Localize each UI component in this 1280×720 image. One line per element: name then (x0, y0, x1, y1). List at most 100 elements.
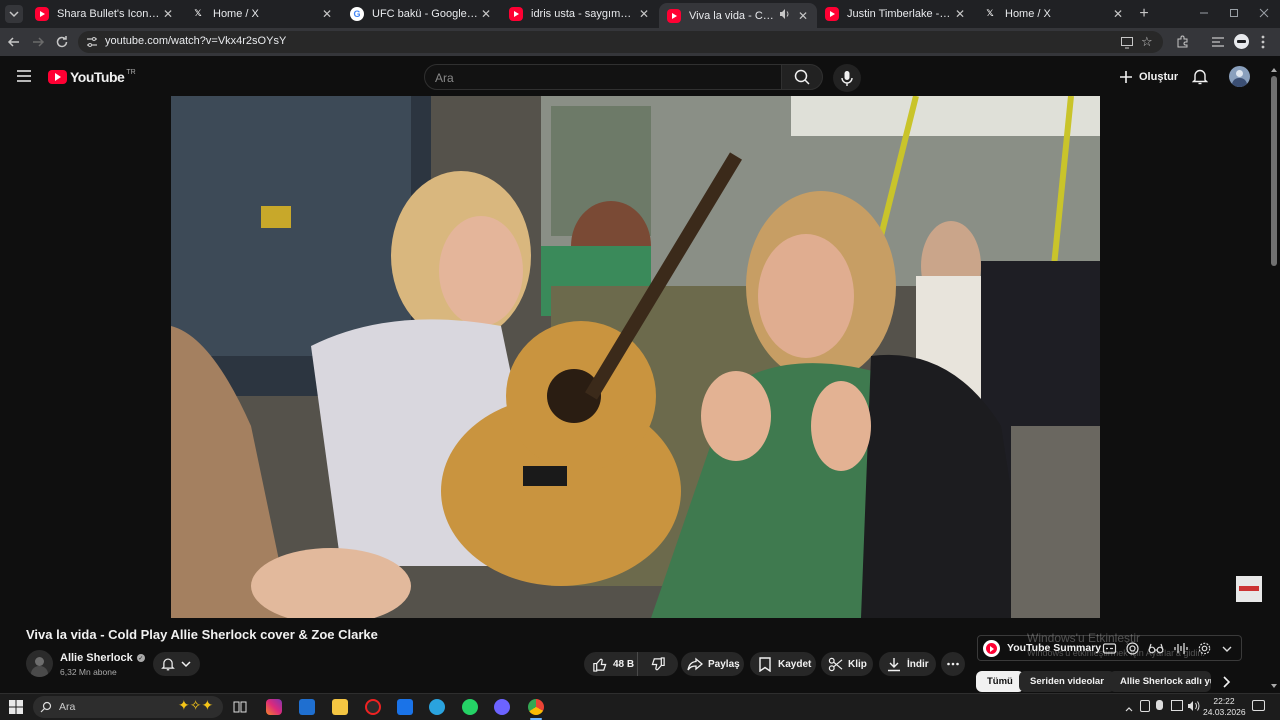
file-explorer-icon[interactable] (332, 699, 348, 715)
tab-title: Justin Timberlake - SexyBack (Official V… (847, 8, 952, 20)
task-view-icon[interactable] (232, 699, 248, 715)
whatsapp-app-icon[interactable] (462, 699, 478, 715)
watermark-logo-icon (1239, 586, 1259, 591)
trello-app-icon[interactable] (397, 699, 413, 715)
notification-center-icon[interactable] (1252, 700, 1265, 711)
scroll-up-arrow[interactable] (1271, 68, 1277, 72)
youtube-favicon-icon (35, 7, 49, 21)
windows-taskbar: Ara ✦✧✦ 22:22 24.03.2026 (0, 693, 1280, 720)
chips-next-button[interactable] (1218, 674, 1234, 695)
address-bar[interactable]: youtube.com/watch?v=Vkx4r2sOYsY ☆ (78, 31, 1163, 53)
chrome-app-icon[interactable] (528, 699, 544, 715)
chip-all[interactable]: Tümü (976, 671, 1024, 692)
browser-menu-button[interactable] (1258, 33, 1268, 56)
chevron-down-icon[interactable] (1221, 642, 1233, 660)
channel-name-text: Allie Sherlock (60, 652, 133, 664)
messenger-app-icon[interactable] (494, 699, 510, 715)
chip-series-videos[interactable]: Seriden videolar (1019, 671, 1115, 692)
forward-button[interactable] (29, 33, 47, 51)
site-info-icon[interactable] (85, 35, 99, 54)
speaker-icon[interactable] (779, 8, 791, 23)
close-icon[interactable]: ✕ (478, 7, 494, 21)
microphone-tray-icon[interactable] (1156, 700, 1163, 710)
tab-ufc-baku[interactable]: G UFC bakü - Google'da Ara ✕ (342, 3, 500, 25)
tab-idris-usta[interactable]: idris usta - saygımdan - YouTube ✕ (501, 3, 658, 25)
reload-icon (56, 36, 68, 48)
instagram-app-icon[interactable] (266, 699, 282, 715)
notification-subscribe-button[interactable] (153, 652, 200, 676)
search-button[interactable] (781, 64, 823, 90)
restore-button[interactable] (1226, 6, 1242, 20)
youtube-logo[interactable]: YouTube TR (48, 68, 136, 86)
extensions-button[interactable] (1175, 34, 1191, 55)
tab-home-x-2[interactable]: 𝕏 Home / X ✕ (975, 3, 1132, 25)
start-button[interactable] (9, 700, 23, 719)
channel-watermark-logo[interactable] (1236, 576, 1262, 602)
minimize-button[interactable] (1196, 6, 1212, 20)
telegram-app-icon[interactable] (429, 699, 445, 715)
outlook-app-icon[interactable] (299, 699, 315, 715)
install-app-icon[interactable] (1120, 35, 1134, 54)
app-tool-icon[interactable] (365, 699, 381, 715)
thumbs-up-icon (593, 658, 607, 672)
close-icon (1259, 8, 1269, 18)
clip-button[interactable]: Klip (821, 652, 873, 676)
notifications-button[interactable] (1191, 68, 1209, 90)
share-button[interactable]: Paylaş (681, 652, 744, 676)
google-favicon-icon: G (350, 7, 364, 21)
tab-search-button[interactable] (5, 5, 23, 23)
taskbar-search[interactable]: Ara ✦✧✦ (33, 696, 223, 718)
more-actions-button[interactable] (941, 652, 965, 676)
tab-home-x-1[interactable]: 𝕏 Home / X ✕ (183, 3, 341, 25)
video-title: Viva la vida - Cold Play Allie Sherlock … (26, 627, 378, 642)
back-button[interactable] (5, 33, 23, 51)
close-icon[interactable]: ✕ (952, 7, 968, 21)
account-avatar[interactable] (1229, 66, 1250, 87)
dislike-button[interactable] (638, 652, 678, 676)
chip-label: Allie Sherlock adlı yük (1120, 676, 1211, 687)
scroll-down-arrow[interactable] (1271, 684, 1277, 688)
volume-icon[interactable] (1187, 699, 1201, 718)
tab-shara-bullet[interactable]: Shara Bullet's Iconic Combo ✕ (27, 3, 182, 25)
create-label: Oluştur (1139, 71, 1179, 83)
arrow-left-icon (7, 37, 19, 47)
bell-icon (161, 658, 175, 671)
network-icon[interactable] (1171, 700, 1183, 711)
profile-button[interactable] (1234, 34, 1249, 49)
download-button[interactable]: İndir (879, 652, 936, 676)
clock[interactable]: 22:22 24.03.2026 (1203, 696, 1246, 718)
video-player[interactable] (171, 96, 1100, 618)
tray-chevron-up-icon[interactable] (1124, 701, 1134, 719)
reload-button[interactable] (53, 33, 71, 51)
close-icon[interactable]: ✕ (795, 9, 811, 23)
tray-apps-icon[interactable] (1140, 700, 1150, 712)
close-icon[interactable]: ✕ (319, 7, 335, 21)
tab-title: Home / X (213, 8, 259, 20)
close-icon[interactable]: ✕ (1110, 7, 1126, 21)
bookmark-star-icon[interactable]: ☆ (1141, 34, 1153, 50)
tab-justin-timberlake[interactable]: Justin Timberlake - SexyBack (Official V… (817, 3, 974, 25)
window-close-button[interactable] (1256, 6, 1272, 20)
close-icon[interactable]: ✕ (160, 7, 176, 21)
puzzle-icon (1177, 35, 1188, 48)
thumbs-down-icon (651, 656, 665, 670)
channel-avatar[interactable] (26, 650, 53, 677)
chip-channel-uploads[interactable]: Allie Sherlock adlı yük (1109, 671, 1211, 692)
close-icon[interactable]: ✕ (636, 7, 652, 21)
create-button[interactable]: Oluştur (1118, 66, 1178, 88)
tab-title: Viva la vida - Cold Play Allie Sherlock (689, 9, 775, 22)
guide-menu-button[interactable] (16, 68, 32, 89)
share-label: Paylaş (708, 658, 740, 670)
tab-viva-la-vida[interactable]: Viva la vida - Cold Play Allie Sherlock … (659, 3, 817, 28)
save-button[interactable]: Kaydet (750, 652, 816, 676)
browser-toolbar: youtube.com/watch?v=Vkx4r2sOYsY ☆ (0, 28, 1280, 56)
like-button[interactable]: 48 B (584, 652, 638, 676)
channel-name[interactable]: Allie Sherlock ✓ (60, 652, 145, 664)
search-input[interactable] (435, 69, 765, 87)
voice-search-button[interactable] (833, 64, 861, 92)
clock-time: 22:22 (1213, 696, 1235, 706)
reading-list-button[interactable] (1210, 34, 1226, 55)
new-tab-button[interactable]: + (1135, 5, 1153, 23)
page-scrollbar[interactable] (1270, 66, 1278, 691)
scrollbar-thumb[interactable] (1271, 76, 1277, 266)
